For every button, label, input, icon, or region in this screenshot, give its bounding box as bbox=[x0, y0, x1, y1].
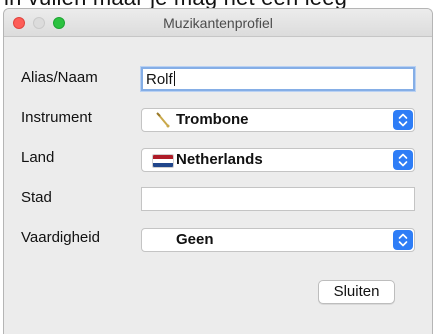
city-input[interactable] bbox=[141, 187, 415, 211]
instrument-select[interactable]: Trombone bbox=[141, 108, 415, 132]
background-document-text: in vullen maar je mag het een leeg bbox=[4, 0, 347, 8]
chevron-up-down-icon bbox=[398, 153, 408, 167]
country-select[interactable]: Netherlands bbox=[141, 148, 415, 172]
skill-select-arrows[interactable] bbox=[393, 230, 413, 250]
skill-select-value: Geen bbox=[176, 231, 214, 248]
chevron-up-down-icon bbox=[398, 113, 408, 127]
country-label: Land bbox=[21, 149, 55, 166]
flag-stripe-blue bbox=[153, 163, 173, 167]
instrument-label: Instrument bbox=[21, 109, 92, 126]
country-select-value: Netherlands bbox=[176, 151, 263, 168]
background-document-text-strip: in vullen maar je mag het een leeg bbox=[0, 0, 438, 8]
instrument-select-arrows[interactable] bbox=[393, 110, 413, 130]
netherlands-flag-icon bbox=[152, 154, 174, 168]
alias-label: Alias/Naam bbox=[21, 69, 98, 86]
window-title: Muzikantenprofiel bbox=[163, 15, 273, 31]
alias-input-value: Rolf bbox=[146, 71, 173, 88]
chevron-up-down-icon bbox=[398, 233, 408, 247]
profile-dialog: Muzikantenprofiel Alias/Naam Rolf Instru… bbox=[3, 8, 433, 334]
skill-select[interactable]: Geen bbox=[141, 228, 415, 252]
city-label: Stad bbox=[21, 189, 52, 206]
country-select-arrows[interactable] bbox=[393, 150, 413, 170]
alias-input[interactable]: Rolf bbox=[141, 67, 415, 91]
instrument-select-value: Trombone bbox=[176, 111, 249, 128]
title-bar: Muzikantenprofiel bbox=[4, 9, 432, 37]
skill-label: Vaardigheid bbox=[21, 229, 100, 246]
trombone-icon bbox=[156, 112, 170, 128]
close-button[interactable]: Sluiten bbox=[318, 280, 395, 304]
text-caret bbox=[173, 71, 175, 86]
